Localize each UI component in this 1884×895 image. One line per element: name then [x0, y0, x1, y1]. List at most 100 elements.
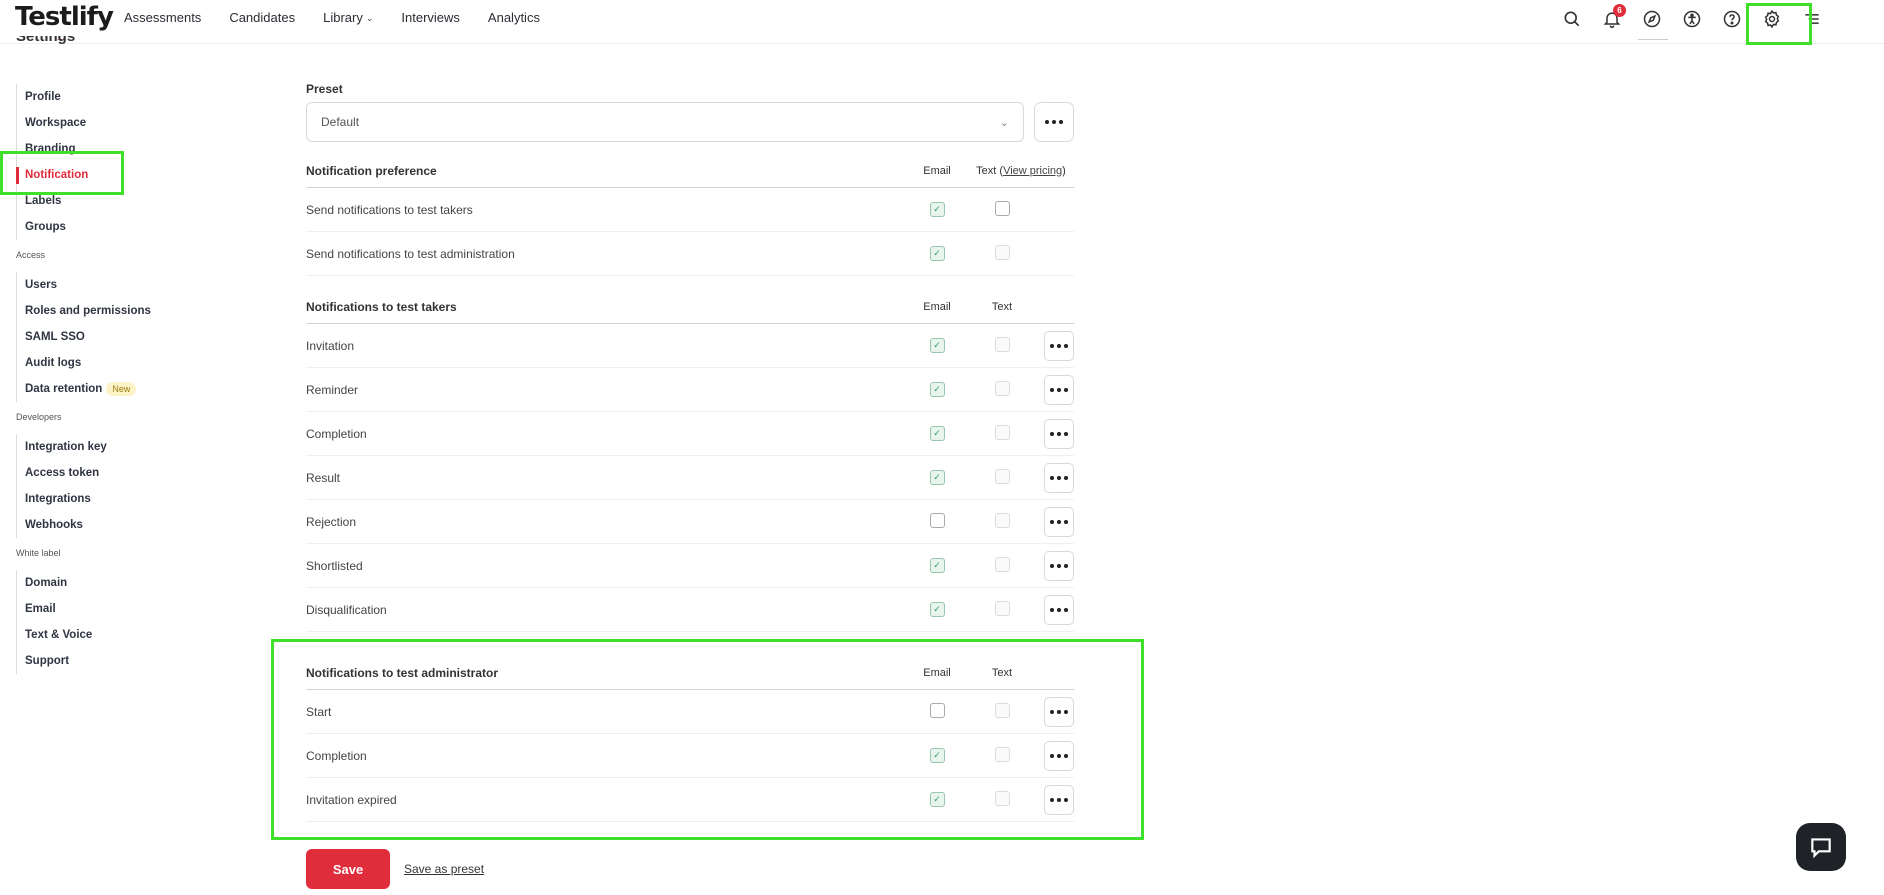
row-more-button[interactable]: [1044, 784, 1074, 815]
compass-underline: [1638, 39, 1668, 40]
row-more-button[interactable]: [1044, 506, 1074, 537]
sidebar-item-labels[interactable]: Labels: [17, 188, 196, 214]
more-icon: [1050, 431, 1068, 436]
accessibility-icon[interactable]: [1672, 6, 1712, 32]
row-label: Reminder: [306, 382, 359, 397]
sidebar-item-data-retention[interactable]: Data retention New: [17, 376, 196, 402]
sidebar-item-groups[interactable]: Groups: [17, 214, 196, 240]
email-checkbox[interactable]: ✓: [929, 202, 945, 217]
text-column-header: Text: [991, 666, 1013, 679]
notification-badge: 6: [1613, 4, 1626, 17]
email-checkbox[interactable]: [929, 702, 945, 718]
sidebar-item-profile[interactable]: Profile: [17, 84, 196, 110]
row-more-button[interactable]: [1044, 462, 1074, 493]
row-more-button[interactable]: [1044, 594, 1074, 625]
row-label: Completion: [306, 426, 367, 441]
logo[interactable]: Testlify: [15, 2, 114, 32]
email-checkbox[interactable]: ✓: [929, 382, 945, 397]
row-label: Send notifications to test administratio…: [306, 246, 515, 261]
row-label: Invitation: [306, 338, 355, 353]
help-icon[interactable]: [1712, 6, 1752, 32]
row-more-button[interactable]: [1044, 696, 1074, 727]
top-navbar: Testlify .... Assessments Candidates Lib…: [0, 0, 1884, 44]
nav-interviews[interactable]: Interviews: [401, 11, 460, 25]
text-checkbox[interactable]: [994, 200, 1010, 216]
sidebar-item-users[interactable]: Users: [17, 272, 196, 298]
email-checkbox[interactable]: ✓: [929, 426, 945, 441]
gear-icon[interactable]: [1752, 6, 1792, 32]
sidebar-item-saml-sso[interactable]: SAML SSO: [17, 324, 196, 350]
sidebar-item-support[interactable]: Support: [17, 648, 196, 674]
preset-select[interactable]: Default ⌄: [306, 102, 1024, 142]
compass-icon[interactable]: [1632, 6, 1672, 40]
sidebar-item-integrations[interactable]: Integrations: [17, 486, 196, 512]
email-checkbox[interactable]: ✓: [929, 558, 945, 573]
row-label: Rejection: [306, 514, 357, 529]
email-checkbox[interactable]: ✓: [929, 602, 945, 617]
sidebar-item-webhooks[interactable]: Webhooks: [17, 512, 196, 538]
preset-more-button[interactable]: [1034, 102, 1074, 142]
sidebar-item-email[interactable]: Email: [17, 596, 196, 622]
text-column-suffix: ): [1062, 164, 1066, 177]
table-row: Disqualification ✓: [306, 588, 1074, 632]
chat-button[interactable]: [1796, 823, 1846, 871]
email-checkbox[interactable]: ✓: [929, 792, 945, 807]
nav-candidates[interactable]: Candidates: [229, 11, 295, 25]
table-row: Start: [306, 690, 1074, 734]
sidebar-section-developers: Developers: [16, 412, 62, 422]
sidebar-item-branding[interactable]: Branding: [17, 136, 196, 162]
table-row: Invitation expired ✓: [306, 778, 1074, 822]
save-as-preset-link[interactable]: Save as preset: [404, 862, 484, 876]
row-label: Send notifications to test takers: [306, 202, 473, 217]
sidebar-item-domain[interactable]: Domain: [17, 570, 196, 596]
sidebar-item-notification[interactable]: Notification: [16, 162, 196, 188]
sidebar-item-integration-key[interactable]: Integration key: [17, 434, 196, 460]
row-label: Disqualification: [306, 602, 387, 617]
sidebar-item-text-voice[interactable]: Text & Voice: [17, 622, 196, 648]
preference-title: Notification preference: [306, 163, 437, 178]
new-badge: New: [106, 382, 137, 396]
save-button[interactable]: Save: [306, 849, 390, 889]
row-label: Result: [306, 470, 341, 485]
email-checkbox[interactable]: ✓: [929, 246, 945, 261]
test-admin-table: Notifications to test administrator Emai…: [306, 656, 1074, 822]
email-checkbox[interactable]: ✓: [929, 470, 945, 485]
preference-header: Notification preference Email Text (View…: [306, 154, 1074, 188]
more-icon: [1050, 563, 1068, 568]
nav-library[interactable]: Library ⌄: [323, 11, 373, 25]
text-checkbox: [994, 468, 1010, 484]
nav-analytics[interactable]: Analytics: [488, 11, 540, 25]
text-checkbox: [994, 380, 1010, 396]
nav-assessments[interactable]: Assessments: [124, 11, 201, 25]
text-checkbox: [994, 336, 1010, 352]
sidebar-item-audit-logs[interactable]: Audit logs: [17, 350, 196, 376]
email-column-header: Email: [923, 164, 951, 177]
email-checkbox[interactable]: [929, 512, 945, 528]
text-checkbox: [994, 600, 1010, 616]
bell-icon[interactable]: 6: [1592, 4, 1632, 32]
more-icon: [1050, 797, 1068, 802]
row-more-button[interactable]: [1044, 418, 1074, 449]
menu-icon[interactable]: [1792, 6, 1832, 32]
row-more-button[interactable]: [1044, 374, 1074, 405]
main-nav: Assessments Candidates Library ⌄ Intervi…: [124, 11, 568, 25]
sidebar-section-white-label: White label: [16, 548, 61, 558]
sidebar-item-roles[interactable]: Roles and permissions: [17, 298, 196, 324]
search-icon[interactable]: [1552, 6, 1592, 32]
row-more-button[interactable]: [1044, 550, 1074, 581]
text-column-prefix: Text (: [976, 164, 1004, 177]
email-checkbox[interactable]: ✓: [929, 338, 945, 353]
chevron-down-icon: ⌄: [365, 13, 374, 23]
notification-settings: Preset Default ⌄ Notification preference…: [306, 82, 1074, 822]
row-more-button[interactable]: [1044, 330, 1074, 361]
row-label: Shortlisted: [306, 558, 363, 573]
row-more-button[interactable]: [1044, 740, 1074, 771]
row-label: Start: [306, 704, 332, 719]
text-checkbox: [994, 746, 1010, 762]
sidebar-item-access-token[interactable]: Access token: [17, 460, 196, 486]
view-pricing-link[interactable]: View pricing: [1003, 165, 1062, 177]
sidebar-item-workspace[interactable]: Workspace: [17, 110, 196, 136]
preset-label: Preset: [306, 82, 343, 96]
sidebar-developers-group: Integration key Access token Integration…: [16, 434, 196, 538]
email-checkbox[interactable]: ✓: [929, 748, 945, 763]
